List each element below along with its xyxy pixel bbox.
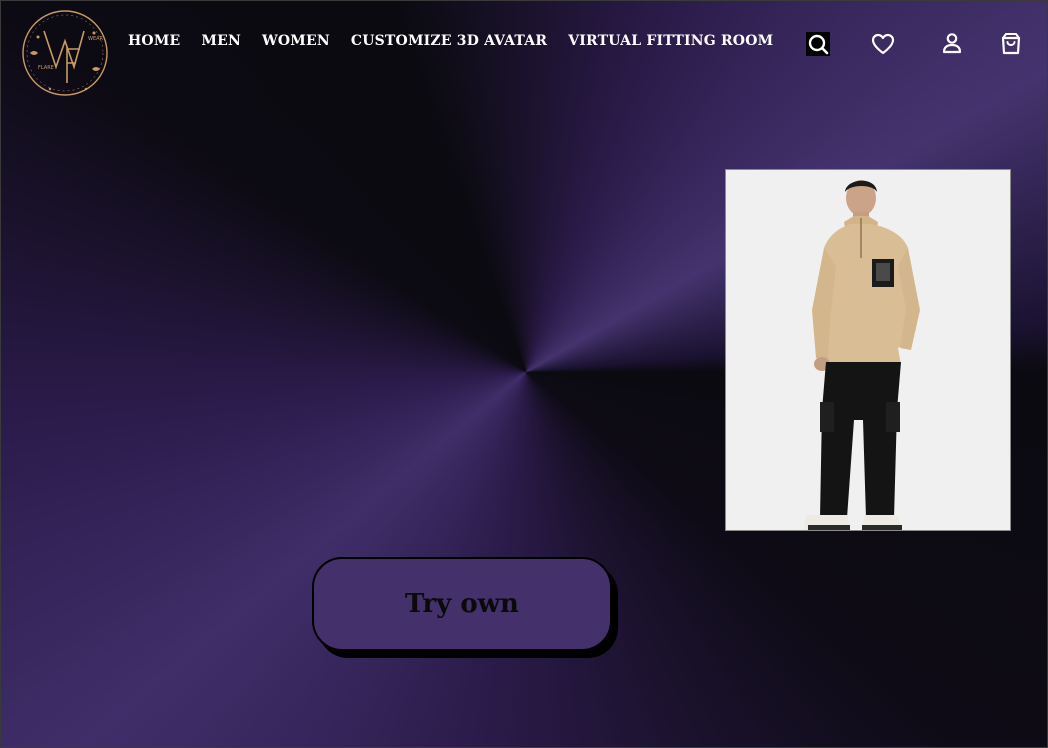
product-image[interactable]: [725, 169, 1011, 531]
nav-home[interactable]: HOME: [128, 33, 180, 49]
try-own-button[interactable]: Try own: [312, 557, 612, 651]
brand-logo[interactable]: WEAR FLARE: [18, 9, 112, 97]
main-nav: HOME MEN WOMEN CUSTOMIZE 3D AVATAR VIRTU…: [128, 33, 794, 49]
account-button[interactable]: [939, 31, 965, 57]
wishlist-button[interactable]: [870, 31, 896, 57]
user-icon: [942, 33, 962, 54]
nav-women[interactable]: WOMEN: [262, 33, 330, 49]
search-button[interactable]: [806, 32, 830, 56]
product-photo: [726, 170, 1010, 530]
heart-icon: [871, 33, 895, 55]
nav-customize-3d-avatar[interactable]: CUSTOMIZE 3D AVATAR: [351, 33, 547, 49]
logo-emblem-icon: WEAR FLARE: [22, 10, 108, 96]
shopping-bag-icon: [1001, 33, 1021, 55]
cart-button[interactable]: [998, 31, 1024, 57]
svg-text:FLARE: FLARE: [38, 65, 54, 71]
svg-text:WEAR: WEAR: [88, 36, 104, 42]
search-icon: [808, 34, 829, 55]
nav-virtual-fitting-room[interactable]: VIRTUAL FITTING ROOM: [568, 33, 773, 49]
nav-men[interactable]: MEN: [201, 33, 241, 49]
